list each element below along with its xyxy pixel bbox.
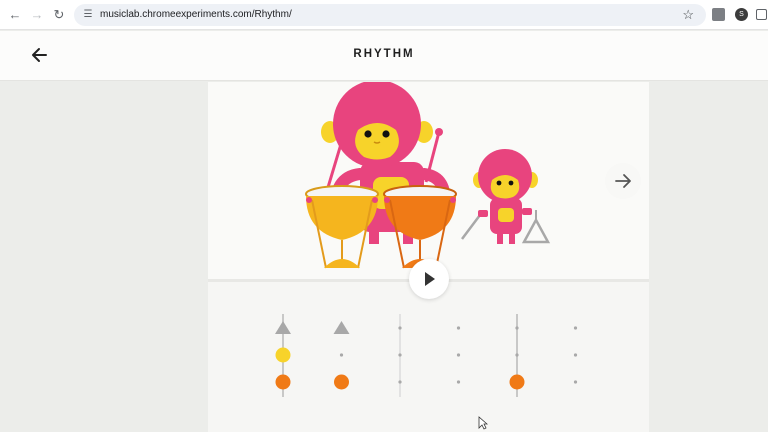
large-drum-step[interactable] <box>334 374 349 390</box>
empty-step-dot[interactable] <box>398 353 402 357</box>
empty-step-dot[interactable] <box>456 353 461 357</box>
play-button[interactable] <box>409 259 449 299</box>
empty-step-dot[interactable] <box>573 380 578 384</box>
forward-arrow-icon[interactable]: → <box>28 6 46 24</box>
reload-icon[interactable]: ↻ <box>50 6 68 24</box>
arrow-right-icon <box>615 174 631 188</box>
large-drum-step[interactable] <box>509 374 525 390</box>
empty-step-dot[interactable] <box>339 353 344 357</box>
empty-step-dot[interactable] <box>573 326 578 330</box>
empty-step-dot[interactable] <box>398 326 402 330</box>
extension-icon[interactable] <box>712 8 725 21</box>
side-panel-icon[interactable] <box>756 9 767 20</box>
empty-step-dot[interactable] <box>456 380 461 384</box>
address-bar[interactable]: ☰ musiclab.chromeexperiments.com/Rhythm/… <box>74 4 706 26</box>
empty-step-dot[interactable] <box>398 380 402 384</box>
url-text[interactable]: musiclab.chromeexperiments.com/Rhythm/ <box>100 4 292 26</box>
yellow-timpani <box>305 185 379 269</box>
empty-step-dot[interactable] <box>573 353 578 357</box>
star-icon[interactable]: ☆ <box>682 4 694 26</box>
monkey-scene <box>305 82 551 269</box>
back-arrow-icon[interactable]: ← <box>6 6 24 24</box>
browser-toolbar: ← → ↻ ☰ musiclab.chromeexperiments.com/R… <box>0 0 768 30</box>
next-arrow-button[interactable] <box>605 163 641 199</box>
profile-avatar[interactable]: S <box>735 8 748 21</box>
orange-timpani <box>383 185 457 269</box>
triangle-step[interactable] <box>333 321 350 334</box>
sequencer-grid <box>275 314 578 397</box>
site-info-icon[interactable]: ☰ <box>82 9 94 21</box>
triangle-monkey <box>461 149 551 244</box>
empty-step-dot[interactable] <box>515 353 519 357</box>
empty-step-dot[interactable] <box>515 326 519 330</box>
small-drum-step[interactable] <box>275 347 291 363</box>
triangle-step[interactable] <box>275 321 291 334</box>
empty-step-dot[interactable] <box>456 326 461 330</box>
play-icon <box>425 272 435 286</box>
page-title: RHYTHM <box>353 48 415 60</box>
large-drum-step[interactable] <box>275 374 291 390</box>
app-header: RHYTHM <box>0 31 768 81</box>
mouse-cursor-icon <box>478 416 488 430</box>
